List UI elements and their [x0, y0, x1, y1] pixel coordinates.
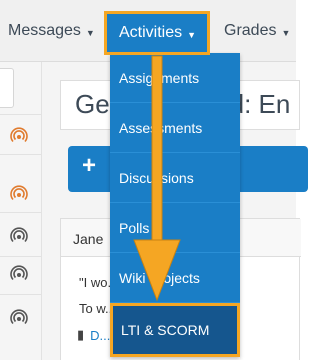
menu-item-assessments[interactable]: Assessments — [110, 103, 240, 153]
menu-item-label: LTI & SCORM — [121, 322, 210, 338]
nav-messages[interactable]: Messages ▼ — [8, 0, 95, 62]
menu-item-label: Wiki Projects — [119, 269, 200, 286]
chevron-down-icon: ▼ — [187, 29, 197, 40]
broadcast-icon[interactable] — [10, 184, 28, 202]
broadcast-icon[interactable] — [10, 308, 28, 326]
post-author[interactable]: Jane — [73, 231, 103, 247]
broadcast-icon[interactable] — [10, 264, 28, 282]
nav-activities[interactable]: Activities ▼ — [104, 11, 210, 55]
menu-item-lti-scorm[interactable]: LTI & SCORM — [110, 303, 240, 357]
comment-icon: ▮ — [77, 327, 85, 342]
menu-item-polls[interactable]: Polls — [110, 203, 240, 253]
nav-activities-label: Activities — [119, 24, 183, 41]
menu-item-discussions[interactable]: Discussions — [110, 153, 240, 203]
left-rail — [0, 62, 42, 360]
chevron-down-icon: ▼ — [281, 27, 291, 38]
nav-messages-label: Messages — [8, 22, 81, 39]
broadcast-icon[interactable] — [10, 226, 28, 244]
menu-item-label: Discussions — [119, 169, 194, 186]
divider — [0, 154, 42, 155]
menu-item-wiki-projects[interactable]: Wiki Projects — [110, 253, 240, 303]
chevron-down-icon: ▼ — [85, 27, 95, 38]
divider — [0, 294, 42, 295]
plus-icon: + — [82, 152, 97, 179]
divider — [0, 114, 42, 115]
nav-grades-label: Grades — [224, 22, 277, 39]
broadcast-icon[interactable] — [10, 126, 28, 144]
menu-item-label: Polls — [119, 219, 150, 236]
activities-dropdown-menu: Assignments Assessments Discussions Poll… — [110, 53, 240, 357]
divider — [0, 212, 42, 213]
divider — [0, 256, 42, 257]
left-rail-panel[interactable] — [0, 68, 14, 108]
menu-item-label: Assignments — [119, 69, 200, 86]
menu-item-label: Assessments — [119, 119, 203, 136]
menu-item-assignments[interactable]: Assignments — [110, 53, 240, 103]
